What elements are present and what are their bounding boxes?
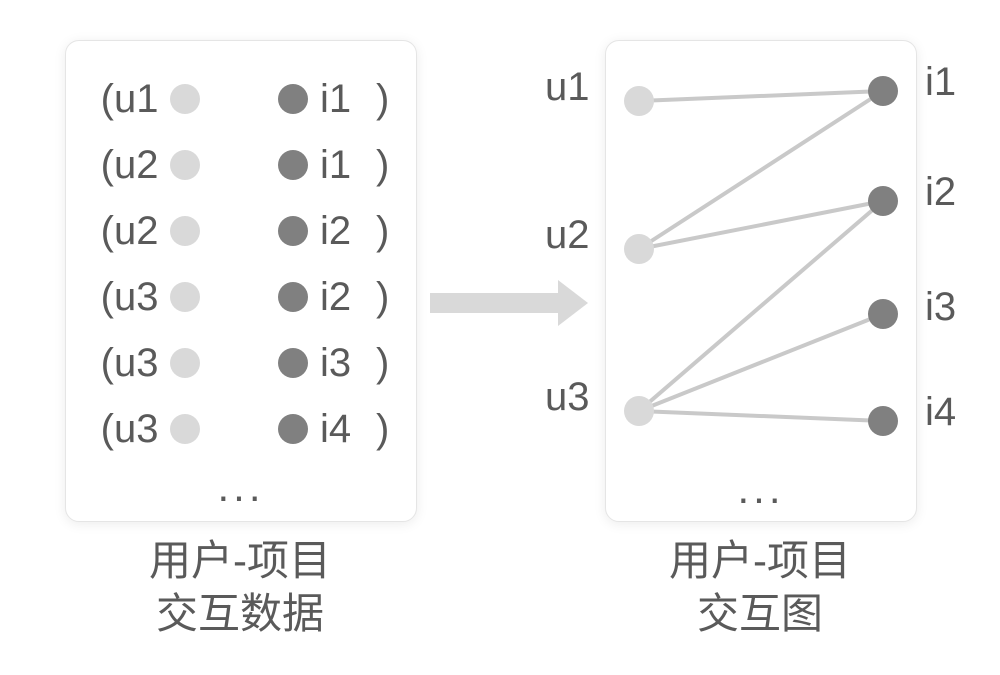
user-label: u1 (114, 77, 170, 122)
paren-close: ) (376, 209, 394, 254)
user-node-u3 (624, 396, 654, 426)
paren-open: ( (96, 209, 114, 254)
item-node-i4 (868, 406, 898, 436)
paren-open: ( (96, 341, 114, 386)
graph-label-i3: i3 (925, 285, 956, 330)
edge-u3-i3 (639, 314, 883, 411)
caption-interaction-data: 用户-项目 交互数据 (65, 535, 415, 640)
item-dot-icon (278, 414, 308, 444)
item-label: i4 (320, 407, 376, 452)
paren-close: ) (376, 143, 394, 188)
graph-label-i4: i4 (925, 390, 956, 435)
caption-line: 用户-项目 (65, 535, 415, 588)
graph-label-i2: i2 (925, 170, 956, 215)
paren-close: ) (376, 341, 394, 386)
pair-row: ( u1 i1 ) (66, 66, 416, 132)
user-node-u2 (624, 234, 654, 264)
item-dot-icon (278, 282, 308, 312)
item-label: i2 (320, 209, 376, 254)
item-label: i1 (320, 77, 376, 122)
pair-row: ( u2 i2 ) (66, 198, 416, 264)
paren-open: ( (96, 77, 114, 122)
caption-line: 用户-项目 (605, 535, 915, 588)
pair-row: ( u3 i2 ) (66, 264, 416, 330)
paren-close: ) (376, 275, 394, 320)
arrow-shaft (430, 293, 565, 313)
pair-row: ( u2 i1 ) (66, 132, 416, 198)
interaction-pair-list: ( u1 i1 ) ( u2 i1 ) ( u2 (66, 66, 416, 462)
graph-label-i1: i1 (925, 60, 956, 105)
item-label: i1 (320, 143, 376, 188)
arrow-head (558, 280, 588, 326)
ellipsis-icon: ... (606, 465, 916, 513)
item-dot-icon (278, 348, 308, 378)
user-dot-icon (170, 150, 200, 180)
user-label: u2 (114, 209, 170, 254)
paren-open: ( (96, 143, 114, 188)
paren-close: ) (376, 77, 394, 122)
caption-line: 交互数据 (65, 588, 415, 641)
ellipsis-icon: ... (66, 463, 416, 511)
user-dot-icon (170, 414, 200, 444)
edge-u3-i2 (639, 201, 883, 411)
user-label: u3 (114, 341, 170, 386)
item-label: i3 (320, 341, 376, 386)
graph-label-u3: u3 (545, 375, 590, 420)
item-node-i1 (868, 76, 898, 106)
user-label: u3 (114, 407, 170, 452)
user-dot-icon (170, 282, 200, 312)
graph-label-u1: u1 (545, 65, 590, 110)
paren-close: ) (376, 407, 394, 452)
item-dot-icon (278, 84, 308, 114)
user-dot-icon (170, 216, 200, 246)
caption-interaction-graph: 用户-项目 交互图 (605, 535, 915, 640)
item-dot-icon (278, 150, 308, 180)
caption-line: 交互图 (605, 588, 915, 641)
panel-interaction-graph: ... (605, 40, 917, 522)
user-node-u1 (624, 86, 654, 116)
panel-interaction-data: ( u1 i1 ) ( u2 i1 ) ( u2 (65, 40, 417, 522)
graph-edges (606, 41, 916, 521)
user-label: u2 (114, 143, 170, 188)
item-dot-icon (278, 216, 308, 246)
paren-open: ( (96, 407, 114, 452)
graph-label-u2: u2 (545, 213, 590, 258)
item-node-i2 (868, 186, 898, 216)
edge-u1-i1 (639, 91, 883, 101)
user-dot-icon (170, 84, 200, 114)
pair-row: ( u3 i3 ) (66, 330, 416, 396)
item-node-i3 (868, 299, 898, 329)
diagram-stage: ( u1 i1 ) ( u2 i1 ) ( u2 (0, 0, 1000, 675)
user-label: u3 (114, 275, 170, 320)
item-label: i2 (320, 275, 376, 320)
paren-open: ( (96, 275, 114, 320)
user-dot-icon (170, 348, 200, 378)
arrow-right-icon (430, 280, 595, 326)
edge-u3-i4 (639, 411, 883, 421)
pair-row: ( u3 i4 ) (66, 396, 416, 462)
